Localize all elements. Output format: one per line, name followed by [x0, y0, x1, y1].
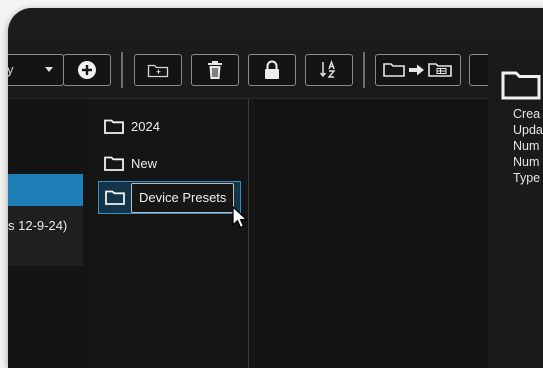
folder-label: 2024: [131, 118, 160, 134]
folder-label: New: [131, 155, 158, 171]
lock-button[interactable]: [248, 54, 296, 86]
left-column: s 12-9-24): [8, 99, 88, 368]
plus-circle-icon: [78, 61, 96, 79]
details-panel: Crea Upda Num Num Type: [488, 40, 543, 368]
sort-button[interactable]: [305, 54, 353, 86]
mouse-cursor-icon: [232, 206, 248, 229]
add-button[interactable]: [63, 54, 111, 86]
number-label: Num: [513, 139, 540, 153]
column-divider[interactable]: [248, 99, 249, 368]
toolbar-separator: [121, 52, 123, 88]
title-bar: [8, 8, 543, 40]
created-label: Crea: [513, 107, 541, 121]
trash-icon: [208, 61, 222, 79]
folder-icon: [501, 71, 541, 100]
move-to-button[interactable]: [375, 54, 461, 86]
list-item-label: s 12-9-24): [8, 218, 68, 233]
empty-column: [254, 99, 488, 368]
toolbar-separator: [363, 52, 365, 88]
view-dropdown-value: y: [8, 62, 14, 77]
updated-label: Upda: [513, 123, 543, 137]
chevron-down-icon: [45, 67, 53, 72]
sort-az-icon: [319, 60, 336, 78]
new-folder-button[interactable]: [134, 54, 182, 86]
folder-item-new[interactable]: New: [104, 151, 157, 175]
app-window: y s 12-9-24) 2024 New Device Presets Cre…: [8, 8, 543, 368]
type-label: Type: [513, 171, 541, 185]
folder-icon: [104, 119, 124, 134]
folder-icon: [105, 190, 125, 205]
column-browser: s 12-9-24) 2024 New Device Presets: [8, 99, 543, 368]
folder-move-icon: [383, 63, 452, 77]
folder-icon: [104, 156, 124, 171]
details-properties: Crea Upda Num Num Type: [513, 106, 543, 186]
folder-item-2024[interactable]: 2024: [104, 114, 160, 138]
folder-column: 2024 New Device Presets: [96, 99, 248, 368]
lock-icon: [265, 60, 279, 79]
number-label: Num: [513, 155, 540, 169]
folder-plus-icon: [147, 64, 169, 78]
view-dropdown[interactable]: y: [8, 54, 64, 86]
delete-button[interactable]: [191, 54, 239, 86]
rename-input[interactable]: Device Presets: [131, 182, 235, 213]
selected-list-item[interactable]: [8, 174, 83, 207]
folder-item-device-presets[interactable]: Device Presets: [98, 181, 241, 214]
list-item[interactable]: s 12-9-24): [8, 206, 83, 266]
toolbar: y: [8, 40, 543, 99]
